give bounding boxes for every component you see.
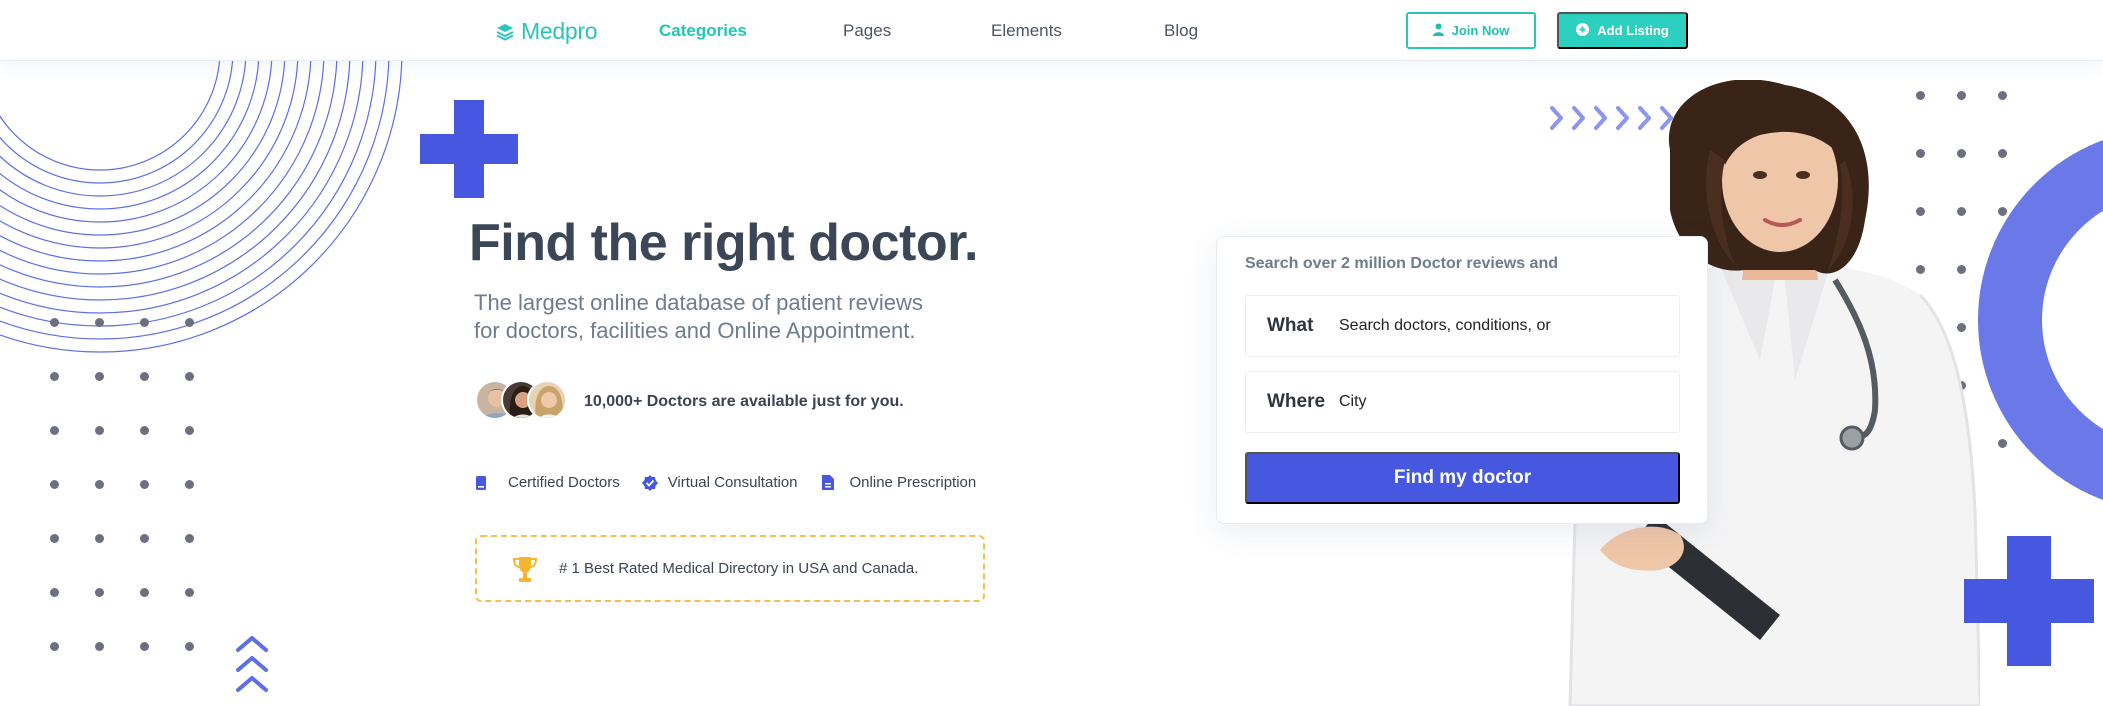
join-now-label: Join Now bbox=[1451, 23, 1510, 38]
hero-title: Find the right doctor. bbox=[469, 214, 978, 272]
feature-list: Certified Doctors Virtual Consultation O… bbox=[476, 474, 1000, 491]
check-circle-icon bbox=[641, 474, 658, 491]
left-dot-grid-decoration bbox=[0, 0, 220, 706]
find-my-doctor-button[interactable]: Find my doctor bbox=[1245, 452, 1680, 504]
avatar bbox=[527, 380, 567, 420]
add-listing-button[interactable]: Add Listing bbox=[1557, 12, 1688, 49]
logo-layers-icon bbox=[495, 22, 515, 42]
where-label: Where bbox=[1267, 391, 1326, 412]
hero-subtitle-line-2: for doctors, facilities and Online Appoi… bbox=[474, 318, 916, 343]
hero-subtitle: The largest online database of patient r… bbox=[474, 289, 994, 345]
feature-label: Virtual Consultation bbox=[667, 474, 798, 491]
nav-item-pages[interactable]: Pages bbox=[843, 21, 891, 41]
top-navbar: Medpro Categories Pages Elements Blog Jo… bbox=[0, 0, 2103, 61]
nav-item-categories[interactable]: Categories bbox=[659, 21, 747, 41]
chevrons-up-decoration bbox=[236, 636, 268, 692]
what-field[interactable]: What bbox=[1245, 295, 1680, 357]
where-input[interactable] bbox=[1339, 393, 1659, 411]
brand-logo[interactable]: Medpro bbox=[495, 18, 597, 45]
where-field[interactable]: Where bbox=[1245, 371, 1680, 433]
search-heading: Search over 2 million Doctor reviews and bbox=[1245, 255, 1558, 272]
hero-subtitle-line-1: The largest online database of patient r… bbox=[474, 290, 923, 315]
plus-circle-icon bbox=[1576, 22, 1590, 39]
feature-online-prescription: Online Prescription bbox=[821, 474, 977, 491]
badge-icon bbox=[476, 475, 486, 490]
award-text: # 1 Best Rated Medical Directory in USA … bbox=[559, 560, 919, 577]
user-icon bbox=[1432, 23, 1444, 39]
award-banner: # 1 Best Rated Medical Directory in USA … bbox=[475, 535, 985, 602]
doctors-available-text: 10,000+ Doctors are available just for y… bbox=[584, 393, 904, 410]
feature-virtual-consultation: Virtual Consultation bbox=[641, 474, 798, 491]
document-icon bbox=[821, 475, 834, 490]
feature-certified-doctors: Certified Doctors bbox=[476, 474, 620, 491]
plus-shape-decoration bbox=[420, 100, 518, 198]
nav-item-blog[interactable]: Blog bbox=[1164, 21, 1198, 41]
doctor-avatars bbox=[475, 380, 575, 422]
what-input[interactable] bbox=[1339, 317, 1659, 335]
plus-shape-decoration-bottom bbox=[1964, 536, 2094, 666]
join-now-button[interactable]: Join Now bbox=[1406, 12, 1536, 49]
feature-label: Online Prescription bbox=[849, 474, 977, 491]
ring-decoration bbox=[1978, 140, 2103, 500]
search-card: Search over 2 million Doctor reviews and… bbox=[1216, 236, 1708, 524]
what-label: What bbox=[1267, 315, 1314, 336]
trophy-icon bbox=[513, 555, 537, 583]
brand-name: Medpro bbox=[521, 18, 598, 44]
nav-item-elements[interactable]: Elements bbox=[991, 21, 1062, 41]
feature-label: Certified Doctors bbox=[508, 474, 620, 491]
add-listing-label: Add Listing bbox=[1597, 23, 1669, 38]
